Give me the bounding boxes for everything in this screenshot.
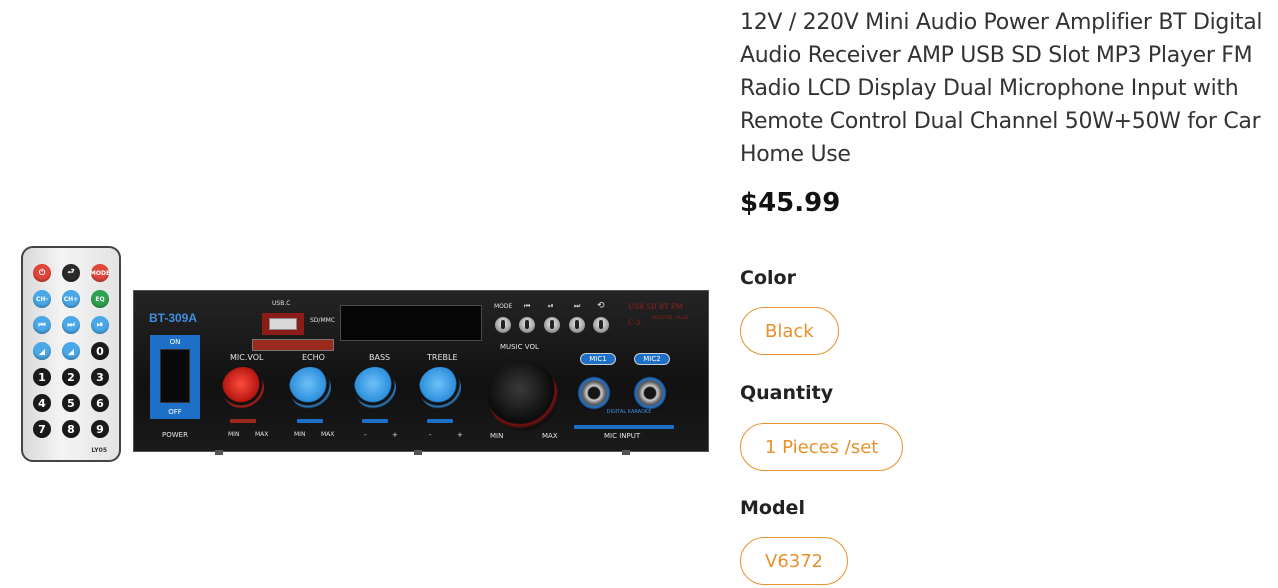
amp-play-button	[544, 317, 560, 333]
mic-vol-max-label: MAX	[255, 431, 269, 438]
amp-next-button	[569, 317, 585, 333]
treble-minus-label: -	[429, 431, 432, 439]
repeat-icon: ⟲	[597, 301, 605, 311]
bass-minus-label: -	[364, 431, 367, 439]
model-option-v6372[interactable]: V6372	[740, 537, 849, 585]
amp-foot	[215, 450, 223, 455]
music-vol-min-label: MIN	[490, 432, 504, 440]
remote-digit-button: 3	[91, 368, 109, 386]
product-title: 12V / 220V Mini Audio Power Amplifier BT…	[740, 10, 1263, 167]
product-info: 12V / 220V Mini Audio Power Amplifier BT…	[740, 6, 1278, 171]
prev-icon: ⏮	[524, 302, 531, 310]
treble-underline	[427, 419, 453, 423]
treble-plus-label: +	[457, 431, 463, 439]
remote-digit-button: 2	[62, 368, 80, 386]
mic-vol-min-label: MIN	[228, 431, 240, 438]
mic2-jack	[632, 375, 668, 411]
power-on-label: ON	[169, 338, 181, 346]
power-off-label: OFF	[168, 408, 182, 416]
color-option-black[interactable]: Black	[740, 307, 839, 355]
remote-digit-button: 5	[62, 394, 80, 412]
mic-input-underline	[574, 425, 674, 429]
remote-digit-button: 6	[91, 394, 109, 412]
treble-label: TREBLE	[427, 353, 458, 362]
power-switch-panel: ON OFF	[150, 335, 200, 419]
bass-knob	[354, 367, 396, 409]
bass-label: BASS	[369, 353, 391, 362]
model-option-label: Model	[740, 497, 805, 519]
sd-slot	[252, 339, 334, 351]
color-option-label: Color	[740, 267, 796, 289]
amp-repeat-button	[593, 317, 609, 333]
remote-digit-button: 0	[91, 342, 109, 360]
mic-vol-label: MIC.VOL	[230, 353, 264, 362]
lcd-display	[340, 305, 482, 341]
music-vol-max-label: MAX	[542, 432, 558, 440]
next-icon: ⏭	[574, 302, 581, 310]
remote-mode-button: MODE	[90, 264, 110, 282]
remote-control-image: ⏻ ⮐ MODE CH- CH+ EQ ⏮ ⏭ ⏯ ◢ ◢ 0 1 2 3 4 …	[21, 246, 121, 462]
echo-knob	[289, 367, 331, 409]
digital-play-print: DIGITAL PLAY	[652, 315, 689, 321]
mic-input-label: MIC INPUT	[604, 432, 641, 440]
mic-vol-underline	[230, 419, 256, 423]
amp-foot	[622, 450, 630, 455]
mic-vol-knob	[222, 367, 264, 409]
power-switch	[160, 349, 190, 403]
quantity-option-1-piece[interactable]: 1 Pieces /set	[740, 423, 904, 471]
amp-prev-button	[519, 317, 535, 333]
remote-play-pause-button: ⏯	[91, 316, 109, 334]
remote-vol-up-button: ◢	[62, 342, 80, 360]
echo-min-label: MIN	[294, 431, 306, 438]
amp-foot	[414, 450, 422, 455]
echo-label: ECHO	[302, 353, 325, 362]
mode-label: MODE	[494, 303, 513, 310]
usb-port	[262, 313, 304, 335]
music-vol-knob	[488, 361, 558, 431]
music-vol-label: MUSIC VOL	[500, 343, 539, 351]
c3-print: C-3	[628, 319, 641, 327]
remote-digit-button: 4	[33, 394, 51, 412]
remote-return-button: ⮐	[62, 264, 80, 282]
remote-next-button: ⏭	[62, 316, 80, 334]
amplifier-image: BT-309A ON OFF POWER USB.C SD/MMC MODE ⏮…	[133, 290, 709, 452]
mic1-tag: MIC1	[580, 353, 616, 365]
remote-ch-plus-button: CH+	[62, 290, 80, 308]
play-pause-icon: ⏯	[548, 302, 554, 310]
remote-digit-button: 8	[62, 420, 80, 438]
amp-model-label: BT-309A	[149, 311, 198, 325]
quantity-option-label: Quantity	[740, 382, 834, 404]
remote-digit-button: 7	[33, 420, 51, 438]
bass-plus-label: +	[392, 431, 398, 439]
remote-model-label: LY05	[91, 447, 107, 454]
amp-mode-button	[495, 317, 511, 333]
remote-vol-down-button: ◢	[33, 342, 51, 360]
product-price: $45.99	[740, 188, 841, 218]
sd-label: SD/MMC	[310, 317, 335, 324]
echo-underline	[297, 419, 323, 423]
mic1-jack	[576, 375, 612, 411]
remote-digit-button: 1	[33, 368, 51, 386]
treble-knob	[419, 367, 461, 409]
product-image[interactable]: ⏻ ⮐ MODE CH- CH+ EQ ⏮ ⏭ ⏯ ◢ ◢ 0 1 2 3 4 …	[0, 0, 720, 588]
usb-label: USB.C	[272, 300, 291, 307]
bass-underline	[362, 419, 388, 423]
remote-eq-button: EQ	[91, 290, 109, 308]
power-label: POWER	[162, 431, 188, 439]
remote-digit-button: 9	[91, 420, 109, 438]
remote-prev-button: ⏮	[33, 316, 51, 334]
remote-power-button: ⏻	[33, 264, 51, 282]
input-sources-print: USB SD BT FM	[628, 303, 683, 311]
mic2-tag: MIC2	[634, 353, 670, 365]
echo-max-label: MAX	[321, 431, 335, 438]
digital-karaoke-label: DIGITAL KARAOKE	[606, 409, 652, 415]
remote-ch-minus-button: CH-	[33, 290, 51, 308]
